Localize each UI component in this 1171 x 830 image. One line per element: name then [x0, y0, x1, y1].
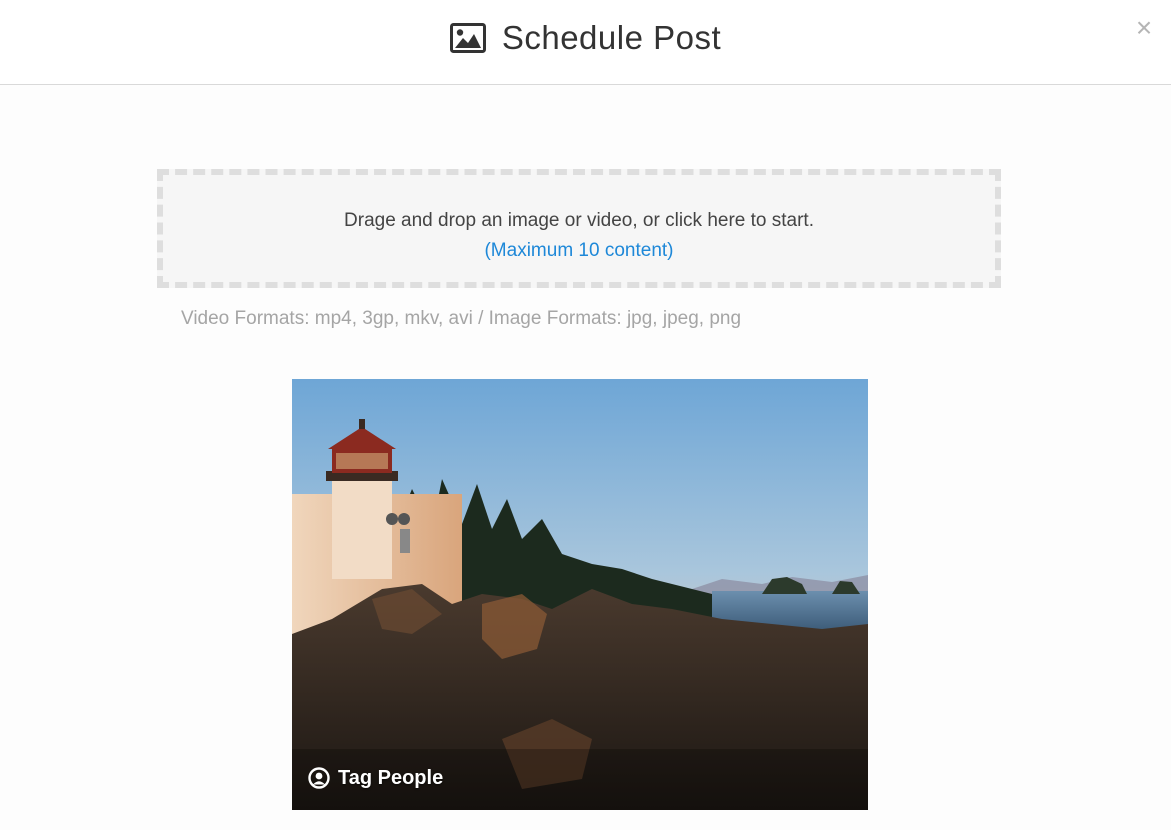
- media-dropzone[interactable]: Drage and drop an image or video, or cli…: [157, 169, 1001, 288]
- modal-header: Schedule Post ×: [0, 0, 1171, 85]
- modal-title-group: Schedule Post: [0, 18, 1171, 58]
- schedule-post-modal: Schedule Post × Drage and drop an image …: [0, 0, 1171, 830]
- page-title: Schedule Post: [501, 19, 722, 56]
- tag-people-button[interactable]: Tag People: [308, 765, 443, 791]
- close-icon[interactable]: ×: [1133, 12, 1155, 44]
- tag-people-label: Tag People: [338, 767, 444, 789]
- image-icon: [449, 23, 486, 53]
- dropzone-limit-note: (Maximum 10 content): [484, 240, 674, 261]
- uploaded-media-preview[interactable]: [292, 379, 868, 810]
- user-circle-icon: [308, 767, 330, 789]
- supported-formats-text: Video Formats: mp4, 3gp, mkv, avi / Imag…: [181, 308, 742, 329]
- dropzone-instructions: Drage and drop an image or video, or cli…: [344, 210, 814, 231]
